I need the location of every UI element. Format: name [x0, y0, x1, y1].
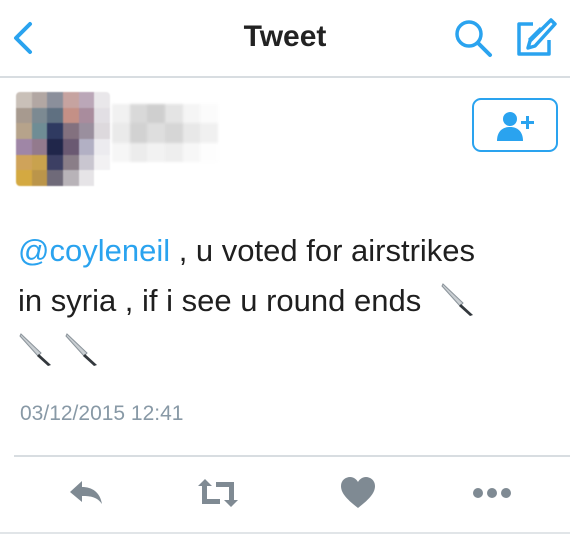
header-divider: [0, 76, 570, 78]
compose-icon: [517, 18, 557, 56]
compose-button[interactable]: [513, 16, 559, 60]
bottom-divider: [0, 532, 570, 534]
actions-divider: [14, 455, 570, 457]
nav-bar: Tweet: [0, 0, 570, 76]
mention-link[interactable]: @coyleneil: [18, 233, 170, 268]
more-icon: [473, 488, 511, 498]
knife-emoji: [65, 333, 97, 366]
add-user-icon: [497, 112, 534, 141]
avatar[interactable]: [16, 92, 110, 186]
search-icon: [455, 20, 492, 57]
more-button[interactable]: [470, 470, 514, 516]
tweet-timestamp: 03/12/2015 12:41: [20, 402, 184, 425]
like-icon: [341, 477, 375, 508]
tweet-text-line1: , u voted for airstrikes: [170, 233, 476, 268]
follow-button[interactable]: [472, 98, 558, 152]
knife-emoji: [19, 333, 51, 366]
like-button[interactable]: [338, 470, 378, 516]
tweet-text-line2: in syria , if i see u round ends: [18, 283, 422, 318]
tweet-text: @coyleneil , u voted for airstrikes in s…: [18, 226, 558, 376]
knife-emoji: [441, 283, 473, 316]
retweet-icon: [198, 479, 238, 507]
search-button[interactable]: [452, 18, 498, 58]
obscured-name: [112, 104, 218, 162]
reply-icon: [70, 481, 102, 504]
reply-button[interactable]: [64, 470, 108, 516]
retweet-button[interactable]: [192, 470, 244, 516]
